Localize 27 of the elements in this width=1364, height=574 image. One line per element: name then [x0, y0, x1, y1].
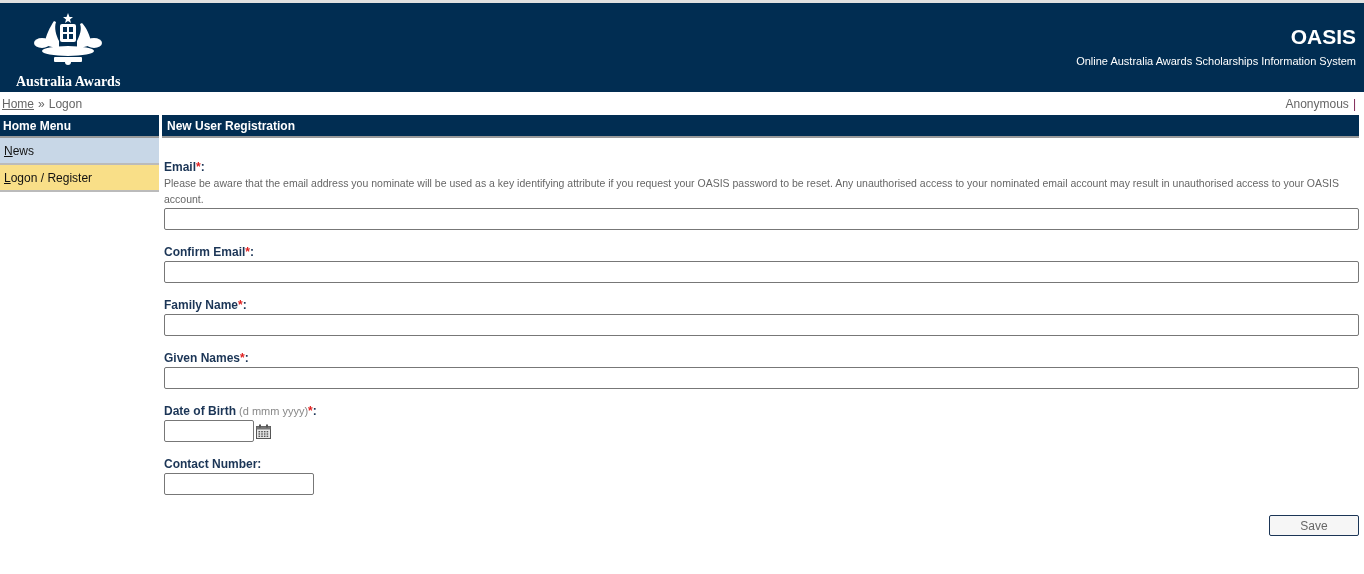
- user-divider: |: [1352, 95, 1356, 113]
- sidebar-item[interactable]: News: [0, 138, 159, 165]
- field-label: Given Names*:: [164, 350, 250, 366]
- sidebar-item[interactable]: Logon / Register: [0, 165, 159, 192]
- text-field[interactable]: [164, 261, 1359, 283]
- save-button[interactable]: Save: [1269, 515, 1359, 536]
- app-title: OASIS: [1290, 25, 1356, 49]
- field-label: Date of Birth (d mmm yyyy)*:: [164, 403, 318, 419]
- field-label: Contact Number:: [164, 456, 263, 472]
- breadcrumb-link[interactable]: Home: [2, 94, 34, 113]
- calendar-icon[interactable]: [256, 423, 271, 439]
- text-field[interactable]: [164, 367, 1359, 389]
- user-name: Anonymous: [1285, 95, 1349, 113]
- field-description: Please be aware that the email address you nominate will be used as a key identifying attribute if you request your OASIS password to be reset. Any unauthorised access to your nominated email account may result in unauthorised access to your OASIS account.: [164, 176, 1340, 207]
- breadcrumb-current: Logon: [48, 95, 83, 113]
- text-field[interactable]: [164, 314, 1359, 336]
- field-label: Family Name*:: [164, 297, 248, 313]
- breadcrumb-separator: »: [38, 95, 45, 113]
- date-field[interactable]: [164, 420, 254, 442]
- form-title: New User Registration: [162, 115, 1359, 138]
- app-subtitle: Online Australia Awards Scholarships Information System: [1076, 54, 1356, 69]
- logo-text: Australia Awards: [16, 73, 121, 91]
- sidebar-title: Home Menu: [0, 115, 159, 138]
- field-label: Confirm Email*:: [164, 244, 256, 260]
- text-field[interactable]: [164, 473, 314, 495]
- field-label: Email*:: [164, 159, 206, 175]
- text-field[interactable]: [164, 208, 1359, 230]
